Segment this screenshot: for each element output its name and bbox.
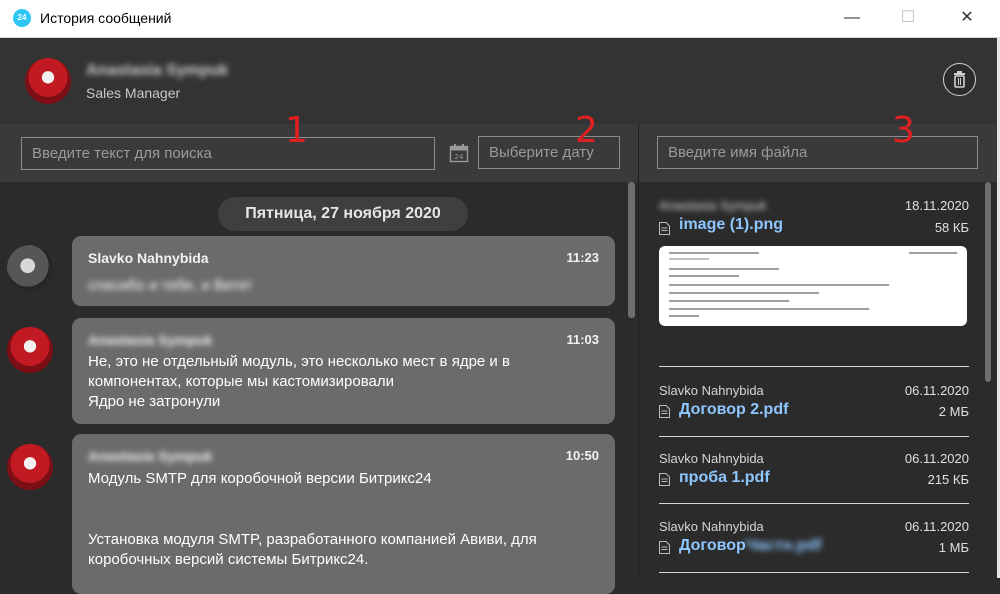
file-size: 58 КБ: [934, 220, 969, 235]
sender-avatar: [7, 327, 53, 373]
file-size: 215 КБ: [927, 472, 969, 487]
contact-name: Anastasia Sympuk: [86, 62, 229, 79]
file-list[interactable]: Anastasia Sympuk 18.11.2020 image (1).pn…: [639, 182, 997, 578]
bitrix24-app-icon: 24: [13, 9, 31, 27]
file-link[interactable]: проба 1.pdf: [679, 469, 770, 487]
message-bubble: Anastasia Sympuk 11:03 Не, это не отдель…: [72, 318, 615, 424]
file-author: Slavko Nahnybida: [659, 519, 764, 534]
file-separator: [659, 436, 969, 437]
contact-role: Sales Manager: [86, 85, 181, 101]
svg-text:24: 24: [455, 153, 464, 161]
close-button[interactable]: ✕: [952, 6, 982, 30]
document-icon: [659, 473, 670, 486]
file-separator: [659, 366, 969, 367]
sender-avatar: [7, 245, 53, 291]
annotation-2: 2: [575, 110, 598, 151]
contact-avatar: [25, 58, 71, 104]
document-icon: [659, 541, 670, 554]
date-picker-input[interactable]: [478, 136, 620, 169]
message-time: 10:50: [565, 448, 599, 463]
maximize-button[interactable]: ☐: [893, 6, 923, 30]
message-text: Установка модуля SMTP, разработанного ко…: [88, 531, 537, 548]
message-time: 11:23: [566, 250, 599, 265]
file-date: 06.11.2020: [904, 451, 969, 466]
annotation-3: 3: [892, 110, 915, 151]
message-text: Модуль SMTP для коробочной версии Битрик…: [88, 470, 432, 487]
file-date: 18.11.2020: [904, 198, 969, 213]
file-separator: [659, 503, 969, 504]
file-list-scrollbar[interactable]: [985, 182, 991, 382]
window-titlebar: 24 История сообщений — ☐ ✕: [0, 0, 1000, 38]
document-icon: [659, 405, 670, 418]
minimize-button[interactable]: —: [837, 6, 867, 30]
file-size: 1 МБ: [938, 540, 969, 555]
file-author: Anastasia Sympuk: [659, 198, 767, 213]
sender-avatar: [7, 444, 53, 490]
annotation-1: 1: [285, 110, 308, 151]
message-time: 11:03: [566, 332, 599, 347]
file-link[interactable]: image (1).png: [679, 216, 783, 234]
document-icon: [659, 222, 670, 235]
file-author: Slavko Nahnybida: [659, 383, 764, 398]
message-search-input[interactable]: [21, 137, 435, 170]
message-text: компонентах, которые мы кастомизировали: [88, 373, 395, 390]
file-author: Slavko Nahnybida: [659, 451, 764, 466]
message-author: Anastasia Sympuk: [88, 332, 213, 348]
contact-header: [0, 38, 997, 124]
image-preview[interactable]: [659, 246, 967, 326]
file-search-input[interactable]: [657, 136, 978, 169]
delete-history-button[interactable]: [943, 63, 976, 96]
file-link[interactable]: Договор 2.pdf: [679, 401, 788, 419]
calendar-icon[interactable]: 24: [449, 143, 469, 168]
message-author: Slavko Nahnybida: [88, 250, 209, 266]
message-text: коробочных версий системы Битрикс24.: [88, 551, 369, 568]
window-title: История сообщений: [40, 10, 172, 26]
file-link[interactable]: ДоговорЧастн.pdf: [679, 537, 822, 555]
file-name-visible: Договор: [679, 537, 746, 554]
message-author: Anastasia Sympuk: [88, 448, 213, 464]
message-list-scrollbar[interactable]: [628, 182, 635, 318]
file-size: 2 МБ: [938, 404, 969, 419]
file-date: 06.11.2020: [904, 383, 969, 398]
message-bubble: Slavko Nahnybida 11:23 спасибо и тебе, и…: [72, 236, 615, 306]
file-separator: [659, 572, 969, 573]
file-date: 06.11.2020: [904, 519, 969, 534]
trash-icon: [954, 71, 965, 88]
file-name-blurred: Частн.pdf: [745, 537, 822, 554]
message-bubble: Anastasia Sympuk 10:50 Модуль SMTP для к…: [72, 434, 615, 594]
message-text: Не, это не отдельный модуль, это несколь…: [88, 353, 510, 370]
message-text: спасибо и тебе, и Вите!: [88, 277, 252, 294]
date-separator: Пятница, 27 ноября 2020: [218, 197, 468, 231]
message-text: Ядро не затронули: [88, 393, 221, 410]
